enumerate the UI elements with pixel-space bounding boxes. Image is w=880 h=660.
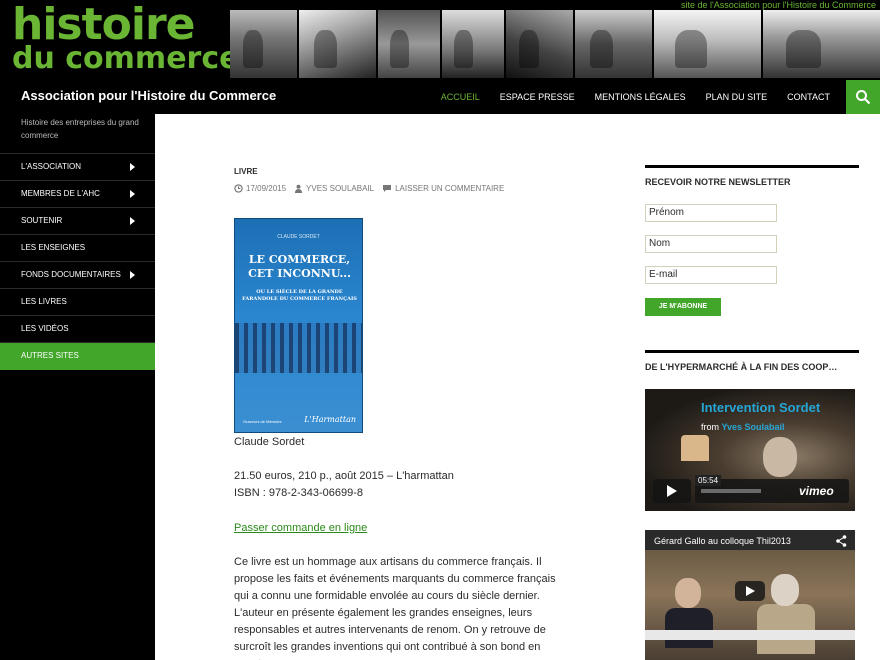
cover-author: CLAUDE SORDET xyxy=(277,234,320,240)
vimeo-video-title[interactable]: Intervention Sordet xyxy=(701,400,820,415)
book-author: Claude Sordet xyxy=(234,436,305,448)
clock-icon xyxy=(234,184,243,193)
logo-line2: du commerce xyxy=(12,41,240,76)
site-description: Histoire des entreprises du grand commer… xyxy=(21,118,139,140)
cover-publisher: L'Harmattan xyxy=(304,415,356,424)
chevron-right-icon[interactable] xyxy=(130,190,135,198)
menu-item-espace-presse[interactable]: ESPACE PRESSE xyxy=(490,80,585,114)
vimeo-from-prefix: from xyxy=(701,422,719,432)
chevron-right-icon[interactable] xyxy=(130,163,135,171)
post-author-text: YVES SOULABAIL xyxy=(306,184,375,193)
video-scene-person xyxy=(757,604,815,654)
sidebar-item-association[interactable]: L'ASSOCIATION xyxy=(0,154,155,181)
play-icon[interactable] xyxy=(735,581,765,601)
order-online-link[interactable]: Passer commande en ligne xyxy=(234,520,569,537)
post-author[interactable]: YVES SOULABAIL xyxy=(294,184,374,193)
cover-title: LE COMMERCE, CET INCONNU... xyxy=(248,253,351,280)
sidebar-item-label: L'ASSOCIATION xyxy=(21,162,82,171)
top-navigation-bar: Association pour l'Histoire du Commerce … xyxy=(0,80,880,114)
menu-item-accueil[interactable]: ACCUEIL xyxy=(431,80,490,114)
vimeo-video-player[interactable]: Intervention Sordet from Yves Soulabail … xyxy=(645,389,855,511)
sidebar-item-label: SOUTENIR xyxy=(21,216,63,225)
left-sidebar: Histoire des entreprises du grand commer… xyxy=(0,114,155,660)
sidebar-menu: L'ASSOCIATION MEMBRES DE L'AHC SOUTENIR … xyxy=(0,153,155,370)
post-date[interactable]: 17/09/2015 xyxy=(234,184,286,193)
comment-icon xyxy=(383,185,392,192)
post-date-text: 17/09/2015 xyxy=(246,184,287,193)
book-description: Ce livre est un hommage aux artisans du … xyxy=(234,556,556,660)
post-comment-text: LAISSER UN COMMENTAIRE xyxy=(395,184,505,193)
banner-photo xyxy=(506,10,573,78)
vimeo-progress-bar[interactable] xyxy=(701,489,761,493)
sidebar-item-autres-sites[interactable]: AUTRES SITES xyxy=(0,343,155,370)
video-scene-person xyxy=(771,574,799,606)
nom-field[interactable]: Nom xyxy=(645,235,777,253)
site-banner[interactable]: histoire du commerce site de l'Associati… xyxy=(0,0,880,80)
sidebar-item-soutenir[interactable]: SOUTENIR xyxy=(0,208,155,235)
banner-photos xyxy=(230,10,880,78)
cover-crowd-illustration xyxy=(235,323,362,373)
vimeo-logo[interactable]: vimeo xyxy=(799,484,834,498)
post-comment-link[interactable]: LAISSER UN COMMENTAIRE xyxy=(382,184,504,193)
cover-subtitle: OU LE SIÈCLE DE LA GRANDE FARANDOLE DU C… xyxy=(242,289,357,302)
video-scene-lamp xyxy=(681,435,709,461)
sidebar-item-enseignes[interactable]: LES ENSEIGNES xyxy=(0,235,155,262)
sidebar-item-membres[interactable]: MEMBRES DE L'AHC xyxy=(0,181,155,208)
book-cover-image[interactable]: CLAUDE SORDET LE COMMERCE, CET INCONNU..… xyxy=(234,218,363,433)
sidebar-item-label: FONDS DOCUMENTAIRES xyxy=(21,270,121,279)
vimeo-from-user[interactable]: Yves Soulabail xyxy=(722,422,785,432)
videos-widget-title: DE L'HYPERMARCHÉ À LA FIN DES COOP… xyxy=(645,350,859,372)
banner-photo xyxy=(654,10,761,78)
sidebar-item-label: LES ENSEIGNES xyxy=(21,243,86,252)
video-scene-person xyxy=(763,437,797,477)
banner-photo xyxy=(763,10,880,78)
banner-photo xyxy=(299,10,376,78)
vimeo-video-from: from Yves Soulabail xyxy=(701,422,785,432)
menu-item-mentions-legales[interactable]: MENTIONS LÉGALES xyxy=(585,80,696,114)
share-icon[interactable] xyxy=(836,535,847,550)
search-icon xyxy=(856,90,871,105)
main-content: LIVRE 17/09/2015 YVES SOULABAIL LAISSER … xyxy=(155,114,625,660)
site-title[interactable]: Association pour l'Histoire du Commerce xyxy=(21,88,276,103)
subscribe-button[interactable]: JE M'ABONNE xyxy=(645,298,721,316)
user-icon xyxy=(294,184,303,193)
prenom-field[interactable]: Prénom xyxy=(645,204,777,222)
cover-collection: Graveurs de Mémoire xyxy=(243,419,282,424)
sidebar-item-label: AUTRES SITES xyxy=(21,351,79,360)
search-button[interactable] xyxy=(846,80,880,114)
youtube-video-title[interactable]: Gérard Gallo au colloque Thil2013 xyxy=(654,536,791,546)
right-sidebar: RECEVOIR NOTRE NEWSLETTER Prénom Nom E-m… xyxy=(625,114,880,660)
chevron-right-icon[interactable] xyxy=(130,217,135,225)
book-price-info: 21.50 euros, 210 p., août 2015 – L'harma… xyxy=(234,470,454,482)
vimeo-time-display: 05:54 xyxy=(695,475,722,486)
chevron-right-icon[interactable] xyxy=(130,271,135,279)
video-scene-person xyxy=(665,608,713,648)
menu-item-plan-du-site[interactable]: PLAN DU SITE xyxy=(696,80,778,114)
video-scene-table xyxy=(645,630,855,640)
site-logo[interactable]: histoire du commerce xyxy=(0,0,239,80)
banner-photo xyxy=(230,10,297,78)
banner-photo xyxy=(575,10,652,78)
sidebar-item-label: MEMBRES DE L'AHC xyxy=(21,189,100,198)
sidebar-item-livres[interactable]: LES LIVRES xyxy=(0,289,155,316)
menu-item-contact[interactable]: CONTACT xyxy=(777,80,840,114)
banner-photo xyxy=(378,10,440,78)
email-field[interactable]: E-mail xyxy=(645,266,777,284)
banner-photo xyxy=(442,10,504,78)
sidebar-item-videos[interactable]: LES VIDÉOS xyxy=(0,316,155,343)
play-icon[interactable] xyxy=(653,479,691,503)
video-scene-person xyxy=(675,578,701,608)
sidebar-item-fonds-documentaires[interactable]: FONDS DOCUMENTAIRES xyxy=(0,262,155,289)
post-meta: 17/09/2015 YVES SOULABAIL LAISSER UN COM… xyxy=(234,184,504,193)
main-menu: ACCUEIL ESPACE PRESSE MENTIONS LÉGALES P… xyxy=(431,80,840,114)
site-tagline: site de l'Association pour l'Histoire du… xyxy=(680,0,876,10)
book-isbn: ISBN : 978-2-343-06699-8 xyxy=(234,487,364,499)
sidebar-item-label: LES VIDÉOS xyxy=(21,324,69,333)
youtube-video-player[interactable]: Gérard Gallo au colloque Thil2013 xyxy=(645,530,855,660)
post-category[interactable]: LIVRE xyxy=(234,167,258,176)
newsletter-title: RECEVOIR NOTRE NEWSLETTER xyxy=(645,165,859,187)
sidebar-item-label: LES LIVRES xyxy=(21,297,67,306)
